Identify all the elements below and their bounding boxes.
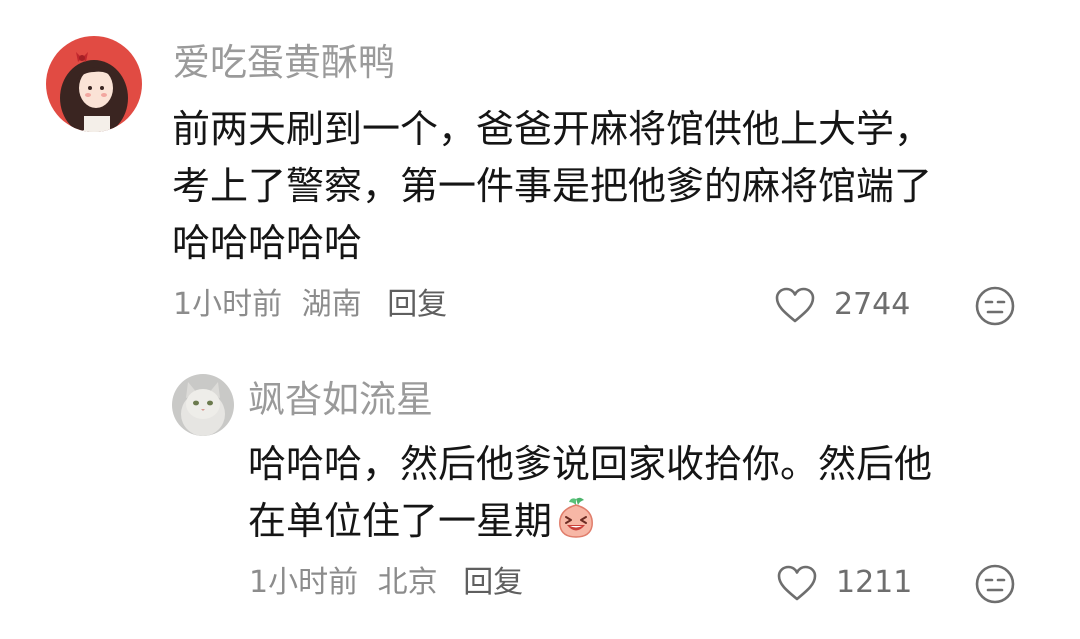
user-avatar[interactable] — [46, 36, 142, 132]
unamused-face-icon — [975, 564, 1015, 604]
comment-text-line: 考上了警察，第一件事是把他爹的麻将馆端了 — [172, 164, 933, 208]
comment: 爱吃蛋黄酥鸭 前两天刷到一个，爸爸开麻将馆供他上大学， 考上了警察，第一件事是把… — [0, 0, 1080, 350]
username[interactable]: 飒沓如流星 — [248, 377, 433, 423]
user-avatar[interactable] — [172, 374, 234, 436]
cat-avatar-icon — [172, 374, 234, 436]
comment-text-line: 哈哈哈哈哈 — [172, 221, 363, 265]
like-button[interactable]: 1211 — [776, 563, 912, 603]
comment-text-fragment: 在单位住了一星期 — [248, 499, 553, 543]
comment-time: 1小时前 — [173, 287, 283, 322]
comment-text: 哈哈哈，然后他爹说回家收拾你。然后他 在单位住了一星期 — [248, 436, 932, 550]
laughing-emoji-icon — [559, 497, 593, 538]
girl-avatar-icon — [46, 36, 142, 132]
comment-text-line: 在单位住了一星期 — [248, 493, 932, 550]
dislike-button[interactable] — [974, 285, 1016, 327]
comment-location: 湖南 — [301, 287, 362, 322]
heart-icon — [777, 565, 817, 601]
reply-button[interactable]: 回复 — [387, 287, 447, 322]
comment-meta: 1小时前 湖南 回复 — [173, 285, 457, 325]
reply-button[interactable]: 回复 — [463, 565, 523, 600]
username[interactable]: 爱吃蛋黄酥鸭 — [173, 40, 395, 86]
dislike-button[interactable] — [974, 563, 1016, 605]
like-button[interactable]: 2744 — [774, 285, 910, 325]
reply-comment: 飒沓如流星 哈哈哈，然后他爹说回家收拾你。然后他 在单位住了一星期 1小时前 北… — [0, 350, 1080, 639]
comment-text-line: 前两天刷到一个，爸爸开麻将馆供他上大学， — [172, 107, 933, 151]
comment-location: 北京 — [377, 565, 438, 600]
like-count: 2744 — [834, 287, 911, 322]
comment-text-line: 哈哈哈，然后他爹说回家收拾你。然后他 — [248, 442, 933, 486]
like-count: 1211 — [836, 565, 913, 600]
comment-text: 前两天刷到一个，爸爸开麻将馆供他上大学， 考上了警察，第一件事是把他爹的麻将馆端… — [172, 101, 932, 272]
comment-time: 1小时前 — [249, 565, 359, 600]
unamused-face-icon — [975, 286, 1015, 326]
comment-meta: 1小时前 北京 回复 — [249, 563, 533, 603]
heart-icon — [775, 287, 815, 323]
